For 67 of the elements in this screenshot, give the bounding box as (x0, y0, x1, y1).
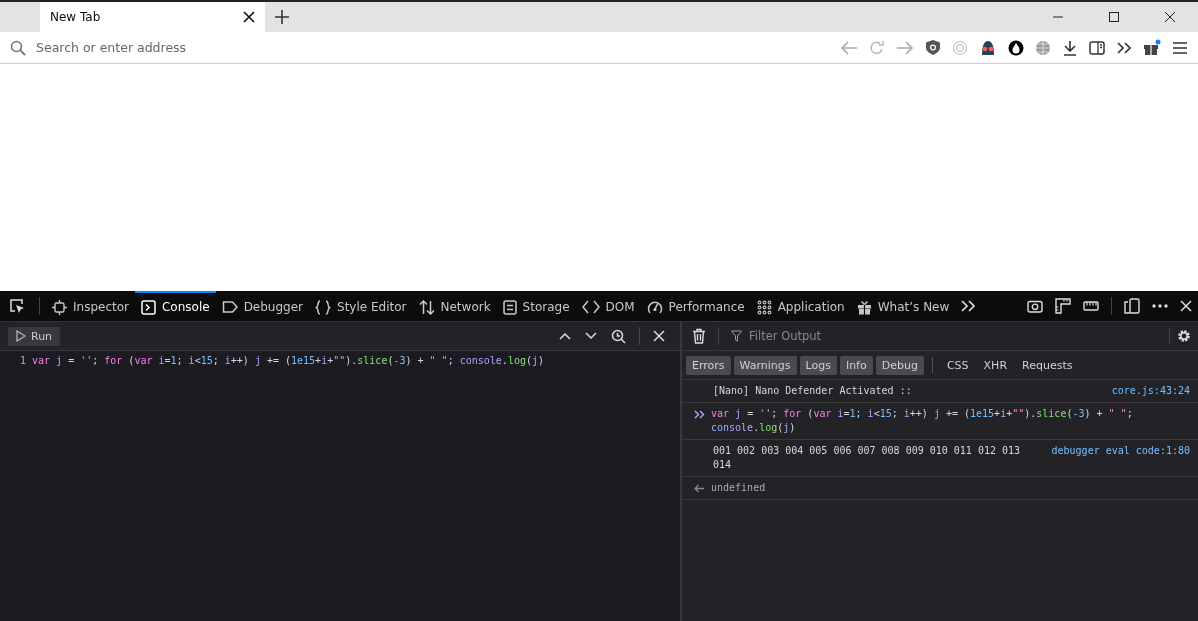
plus-icon[interactable] (275, 10, 289, 24)
log-message: 001 002 003 004 005 006 007 008 009 010 011 012 013 014 (713, 444, 1022, 472)
element-picker-icon[interactable] (9, 298, 25, 314)
sidebar-icon[interactable] (1089, 40, 1105, 55)
console-icon (141, 299, 156, 315)
browser-tab[interactable]: New Tab (40, 2, 265, 32)
devtools-tab[interactable]: Performance (640, 291, 751, 321)
devtools-tab[interactable]: DOM (575, 291, 641, 321)
filter-toggle[interactable]: XHR (977, 355, 1014, 375)
gift-icon[interactable] (1143, 39, 1161, 56)
maximize-icon[interactable] (1108, 11, 1120, 23)
code-line[interactable]: var j = ''; for (var i=1; i<15; i++) j += (1e15+i+"").slice(-3) + " "; console.log(j) (32, 355, 545, 366)
chevrons-icon (694, 410, 705, 419)
inspector-icon (52, 299, 67, 315)
devtools-tab[interactable]: Style Editor (309, 291, 413, 321)
devtools-tab[interactable]: Debugger (215, 291, 310, 321)
devtools-tab[interactable]: Network (412, 291, 497, 321)
devtools-tab[interactable]: What’s New (850, 291, 956, 321)
play-icon (16, 330, 26, 342)
source-link[interactable]: debugger eval code:1:80 (1031, 444, 1190, 458)
devtools-tab[interactable]: Storage (496, 291, 576, 321)
history-search-icon[interactable] (611, 328, 626, 344)
chevrons-icon[interactable] (1116, 40, 1132, 55)
responsive-icon[interactable] (1124, 298, 1140, 314)
run-button[interactable]: Run (8, 326, 61, 346)
code-icon (581, 300, 600, 314)
ruler-icon[interactable] (1083, 301, 1099, 311)
braces-icon (315, 299, 332, 315)
filter-toggle[interactable]: Errors (686, 355, 731, 375)
result-value: undefined (711, 481, 767, 495)
command-text: var j = ''; for (var i=1; i<15; i++) j += (1e15+i+"").slice(-3) + " "; console.log(j) (711, 407, 1134, 435)
filter-toggle[interactable]: Debug (875, 355, 924, 375)
filter-field[interactable]: Filter Output (747, 328, 951, 344)
search-icon (10, 39, 26, 56)
source-link[interactable]: core.js:43:24 (1091, 384, 1190, 398)
chevron-down-icon[interactable] (585, 332, 597, 340)
filter-icon (731, 330, 742, 342)
close-icon[interactable] (243, 11, 255, 23)
devtools-tab[interactable]: Application (750, 291, 851, 321)
shield-icon[interactable] (925, 39, 941, 56)
camera-icon[interactable] (1027, 299, 1043, 313)
filter-toggle[interactable]: Logs (799, 355, 837, 375)
return-arrow-icon (694, 484, 705, 493)
log-message: [Nano] Nano Defender Activated :: (713, 384, 913, 398)
gauge-icon (646, 299, 663, 315)
line-number: 1 (18, 355, 27, 366)
storage-icon (502, 299, 517, 315)
arrows-icon (418, 299, 435, 315)
tag-icon (221, 300, 238, 314)
devtools-tab[interactable]: Inspector (46, 291, 135, 321)
trash-icon[interactable] (692, 328, 706, 344)
address-field[interactable]: Search or enter address (34, 39, 438, 56)
gift-icon (856, 299, 872, 315)
flame-icon[interactable] (1008, 39, 1024, 56)
globe-icon[interactable] (1035, 39, 1051, 56)
menu-icon[interactable] (1172, 40, 1188, 55)
filter-toggle[interactable]: CSS (940, 355, 975, 375)
chevron-up-icon[interactable] (559, 332, 571, 340)
more-icon[interactable] (1152, 304, 1168, 308)
filter-toggle[interactable]: Warnings (733, 355, 797, 375)
grid-icon (756, 299, 772, 315)
ruler-icon[interactable] (1055, 298, 1071, 314)
filter-toggle[interactable]: Requests (1016, 355, 1079, 375)
close-icon[interactable] (1164, 11, 1176, 23)
filter-toggle[interactable]: Info (839, 355, 873, 375)
download-icon[interactable] (1062, 39, 1078, 56)
settings-icon[interactable] (1169, 328, 1192, 344)
